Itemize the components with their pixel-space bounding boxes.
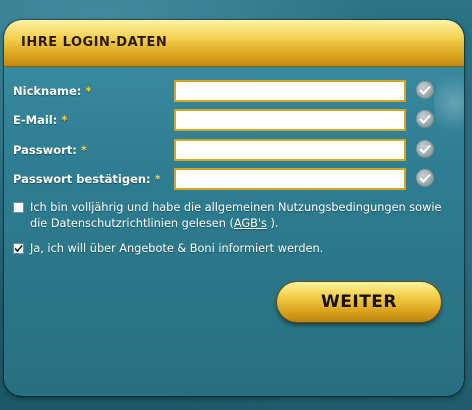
email-row: E-Mail: * — [4, 109, 464, 133]
required-marker: * — [154, 172, 161, 186]
agb-link[interactable]: AGB's — [234, 217, 267, 230]
email-input[interactable] — [174, 109, 406, 131]
weiter-button[interactable]: WEITER — [277, 282, 441, 322]
login-data-panel: IHRE LOGIN-DATEN Nickname: * E-Mail: * P… — [4, 20, 464, 396]
confirm-password-row: Passwort bestätigen: * — [4, 168, 464, 192]
nickname-row: Nickname: * — [4, 80, 464, 104]
required-marker: * — [80, 143, 87, 157]
panel-title: IHRE LOGIN-DATEN — [21, 35, 168, 50]
newsletter-checkbox[interactable] — [13, 243, 24, 254]
newsletter-text: Ja, ich will über Angebote & Boni inform… — [30, 242, 324, 255]
password-input[interactable] — [174, 139, 406, 161]
required-marker: * — [61, 113, 68, 127]
panel-header: IHRE LOGIN-DATEN — [4, 20, 464, 67]
required-marker: * — [85, 84, 92, 98]
confirm-password-label: Passwort bestätigen: * — [13, 172, 161, 186]
email-label: E-Mail: * — [13, 113, 68, 127]
validation-check-icon — [416, 169, 434, 187]
validation-check-icon — [416, 81, 434, 99]
terms-checkbox[interactable] — [13, 202, 24, 213]
validation-check-icon — [416, 140, 434, 158]
terms-text: Ich bin volljährig und habe die allgemei… — [30, 201, 442, 230]
nickname-input[interactable] — [174, 80, 406, 102]
password-row: Passwort: * — [4, 139, 464, 163]
password-label: Passwort: * — [13, 143, 87, 157]
confirm-password-input[interactable] — [174, 168, 406, 190]
nickname-label: Nickname: * — [13, 84, 92, 98]
validation-check-icon — [416, 110, 434, 128]
